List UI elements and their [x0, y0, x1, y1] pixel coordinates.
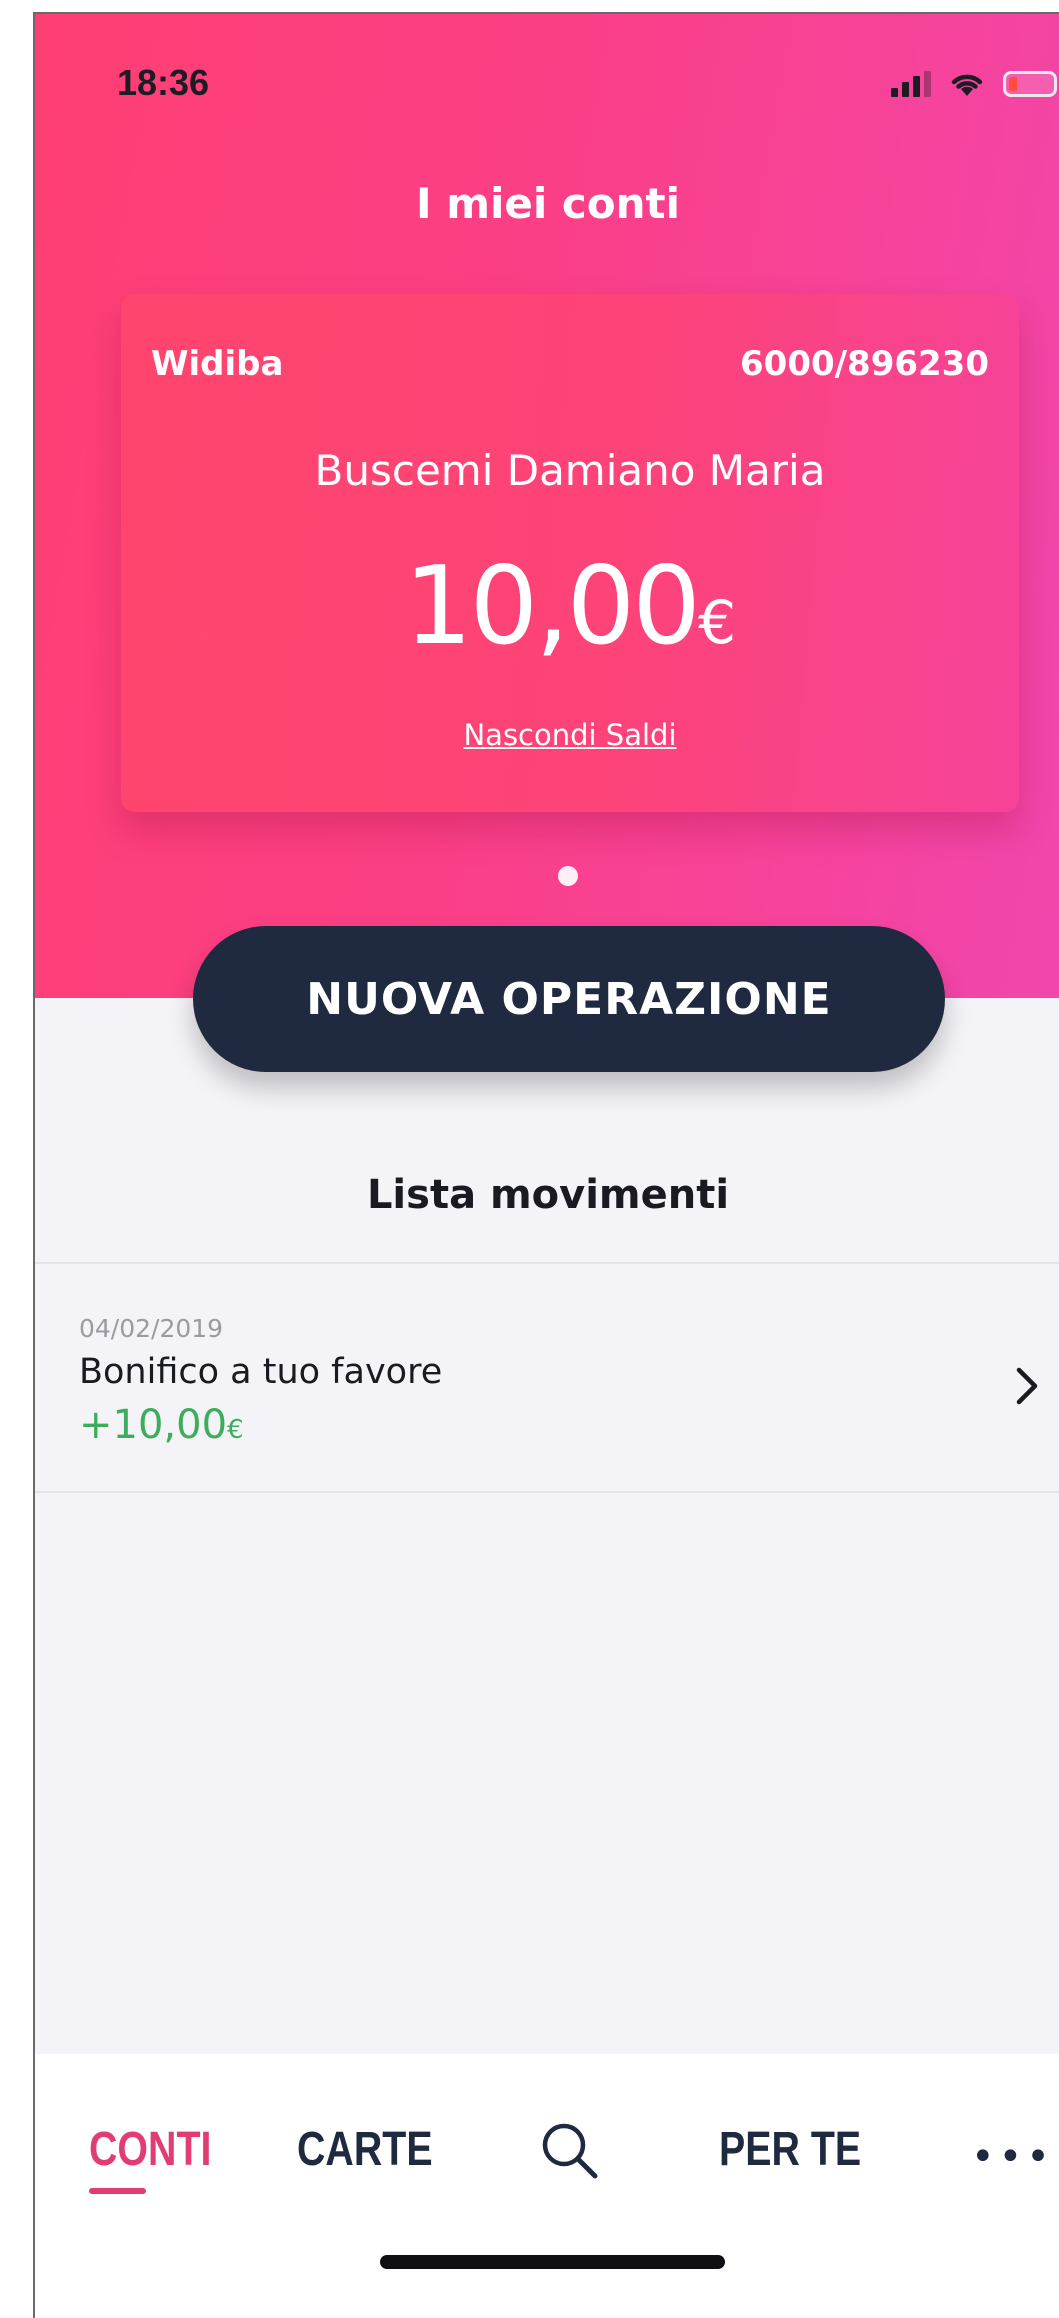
movement-amount-value: +10,00 — [79, 1402, 228, 1448]
account-balance: 10,00€ — [121, 544, 1019, 669]
movement-amount-currency: € — [227, 1415, 244, 1445]
tab-per-te[interactable]: PER TE — [719, 2122, 861, 2177]
balance-value: 10,00 — [403, 544, 701, 669]
tab-conti[interactable]: CONTI — [89, 2122, 211, 2177]
chevron-right-icon — [1016, 1367, 1038, 1405]
movement-date: 04/02/2019 — [79, 1314, 224, 1343]
signal-icon — [891, 71, 931, 97]
active-tab-indicator — [89, 2188, 146, 2194]
home-indicator[interactable] — [380, 2255, 725, 2269]
battery-icon — [1003, 71, 1057, 97]
list-item[interactable]: 04/02/2019 Bonifico a tuo favore +10,00€ — [35, 1262, 1059, 1502]
search-icon[interactable] — [535, 2116, 605, 2186]
status-time: 18:36 — [117, 62, 210, 103]
tab-carte[interactable]: CARTE — [297, 2122, 433, 2177]
page-title: I miei conti — [415, 179, 681, 228]
status-icons — [891, 70, 1057, 98]
balance-currency: € — [698, 588, 737, 658]
hide-balance-link[interactable]: Nascondi Saldi — [121, 718, 1019, 752]
movements-title: Lista movimenti — [366, 1172, 730, 1218]
more-icon[interactable]: ••• — [971, 2134, 1054, 2180]
divider — [35, 1491, 1059, 1493]
account-number: 6000/896230 — [740, 344, 989, 384]
wifi-icon — [951, 74, 983, 96]
new-operation-button[interactable]: NUOVA OPERAZIONE — [193, 926, 945, 1072]
account-card[interactable]: Widiba 6000/896230 Buscemi Damiano Maria… — [121, 294, 1019, 812]
bank-name: Widiba — [151, 344, 284, 384]
movement-amount: +10,00€ — [79, 1402, 244, 1448]
bottom-tab-bar: CONTI CARTE PER TE ••• — [35, 2054, 1059, 2318]
movement-description: Bonifico a tuo favore — [79, 1352, 443, 1392]
page-indicator-dot — [558, 866, 578, 886]
accounts-header: 18:36 I miei conti Widiba 6000/896230 Bu… — [35, 14, 1059, 998]
account-holder: Buscemi Damiano Maria — [314, 446, 826, 495]
phone-screen: 18:36 I miei conti Widiba 6000/896230 Bu… — [33, 12, 1059, 2318]
